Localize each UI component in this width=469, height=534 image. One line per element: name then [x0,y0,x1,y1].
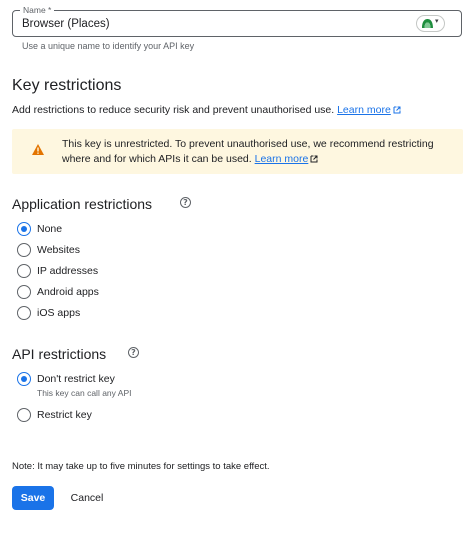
name-hint: Use a unique name to identify your API k… [22,41,195,51]
cancel-button[interactable]: Cancel [62,486,112,510]
radio-sublabel-dont-restrict-key: This key can call any API [37,388,132,398]
key-restrictions-heading: Key restrictions [12,77,122,94]
application-restrictions-heading: Application restrictions [12,196,153,212]
radio-ip-addresses[interactable] [17,264,31,278]
radio-label-ip-addresses: IP addresses [37,265,99,277]
key-restrictions-text: Add restrictions to reduce security risk… [12,104,335,116]
api-restrictions-heading: API restrictions [12,346,107,362]
radio-none[interactable] [17,222,31,236]
learn-more-link[interactable]: Learn more [337,104,401,116]
radio-label-restrict-key: Restrict key [37,409,92,421]
radio-label-ios-apps: iOS apps [37,307,81,319]
green-arch-icon [422,19,433,28]
radio-label-android-apps: Android apps [37,286,99,298]
learn-more-label: Learn more [337,104,391,116]
warning-text: This key is unrestricted. To prevent una… [62,138,434,165]
chevron-down-icon: ▾ [435,18,439,25]
radio-websites[interactable] [17,243,31,257]
name-input[interactable] [22,11,402,36]
radio-label-dont-restrict-key: Don't restrict key [37,373,115,385]
key-restrictions-description: Add restrictions to reduce security risk… [12,104,401,116]
name-field[interactable]: Name * ▾ [12,5,462,37]
help-icon[interactable]: ? [128,347,139,358]
settings-note: Note: It may take up to five minutes for… [12,461,270,472]
warning-learn-more-label: Learn more [254,153,309,165]
warning-text-block: This key is unrestricted. To prevent una… [62,137,452,167]
unrestricted-warning-banner: This key is unrestricted. To prevent una… [12,129,463,174]
radio-restrict-key[interactable] [17,408,31,422]
radio-dont-restrict-key[interactable] [17,372,31,386]
warning-icon [32,144,44,155]
warning-learn-more-link[interactable]: Learn more [255,153,319,165]
radio-label-websites: Websites [37,244,80,256]
external-link-icon [393,106,401,114]
extension-button[interactable]: ▾ [416,15,445,32]
save-button[interactable]: Save [12,486,54,510]
radio-android-apps[interactable] [17,285,31,299]
external-link-icon [310,155,318,163]
radio-ios-apps[interactable] [17,306,31,320]
radio-label-none: None [37,223,63,235]
help-icon[interactable]: ? [180,197,191,208]
